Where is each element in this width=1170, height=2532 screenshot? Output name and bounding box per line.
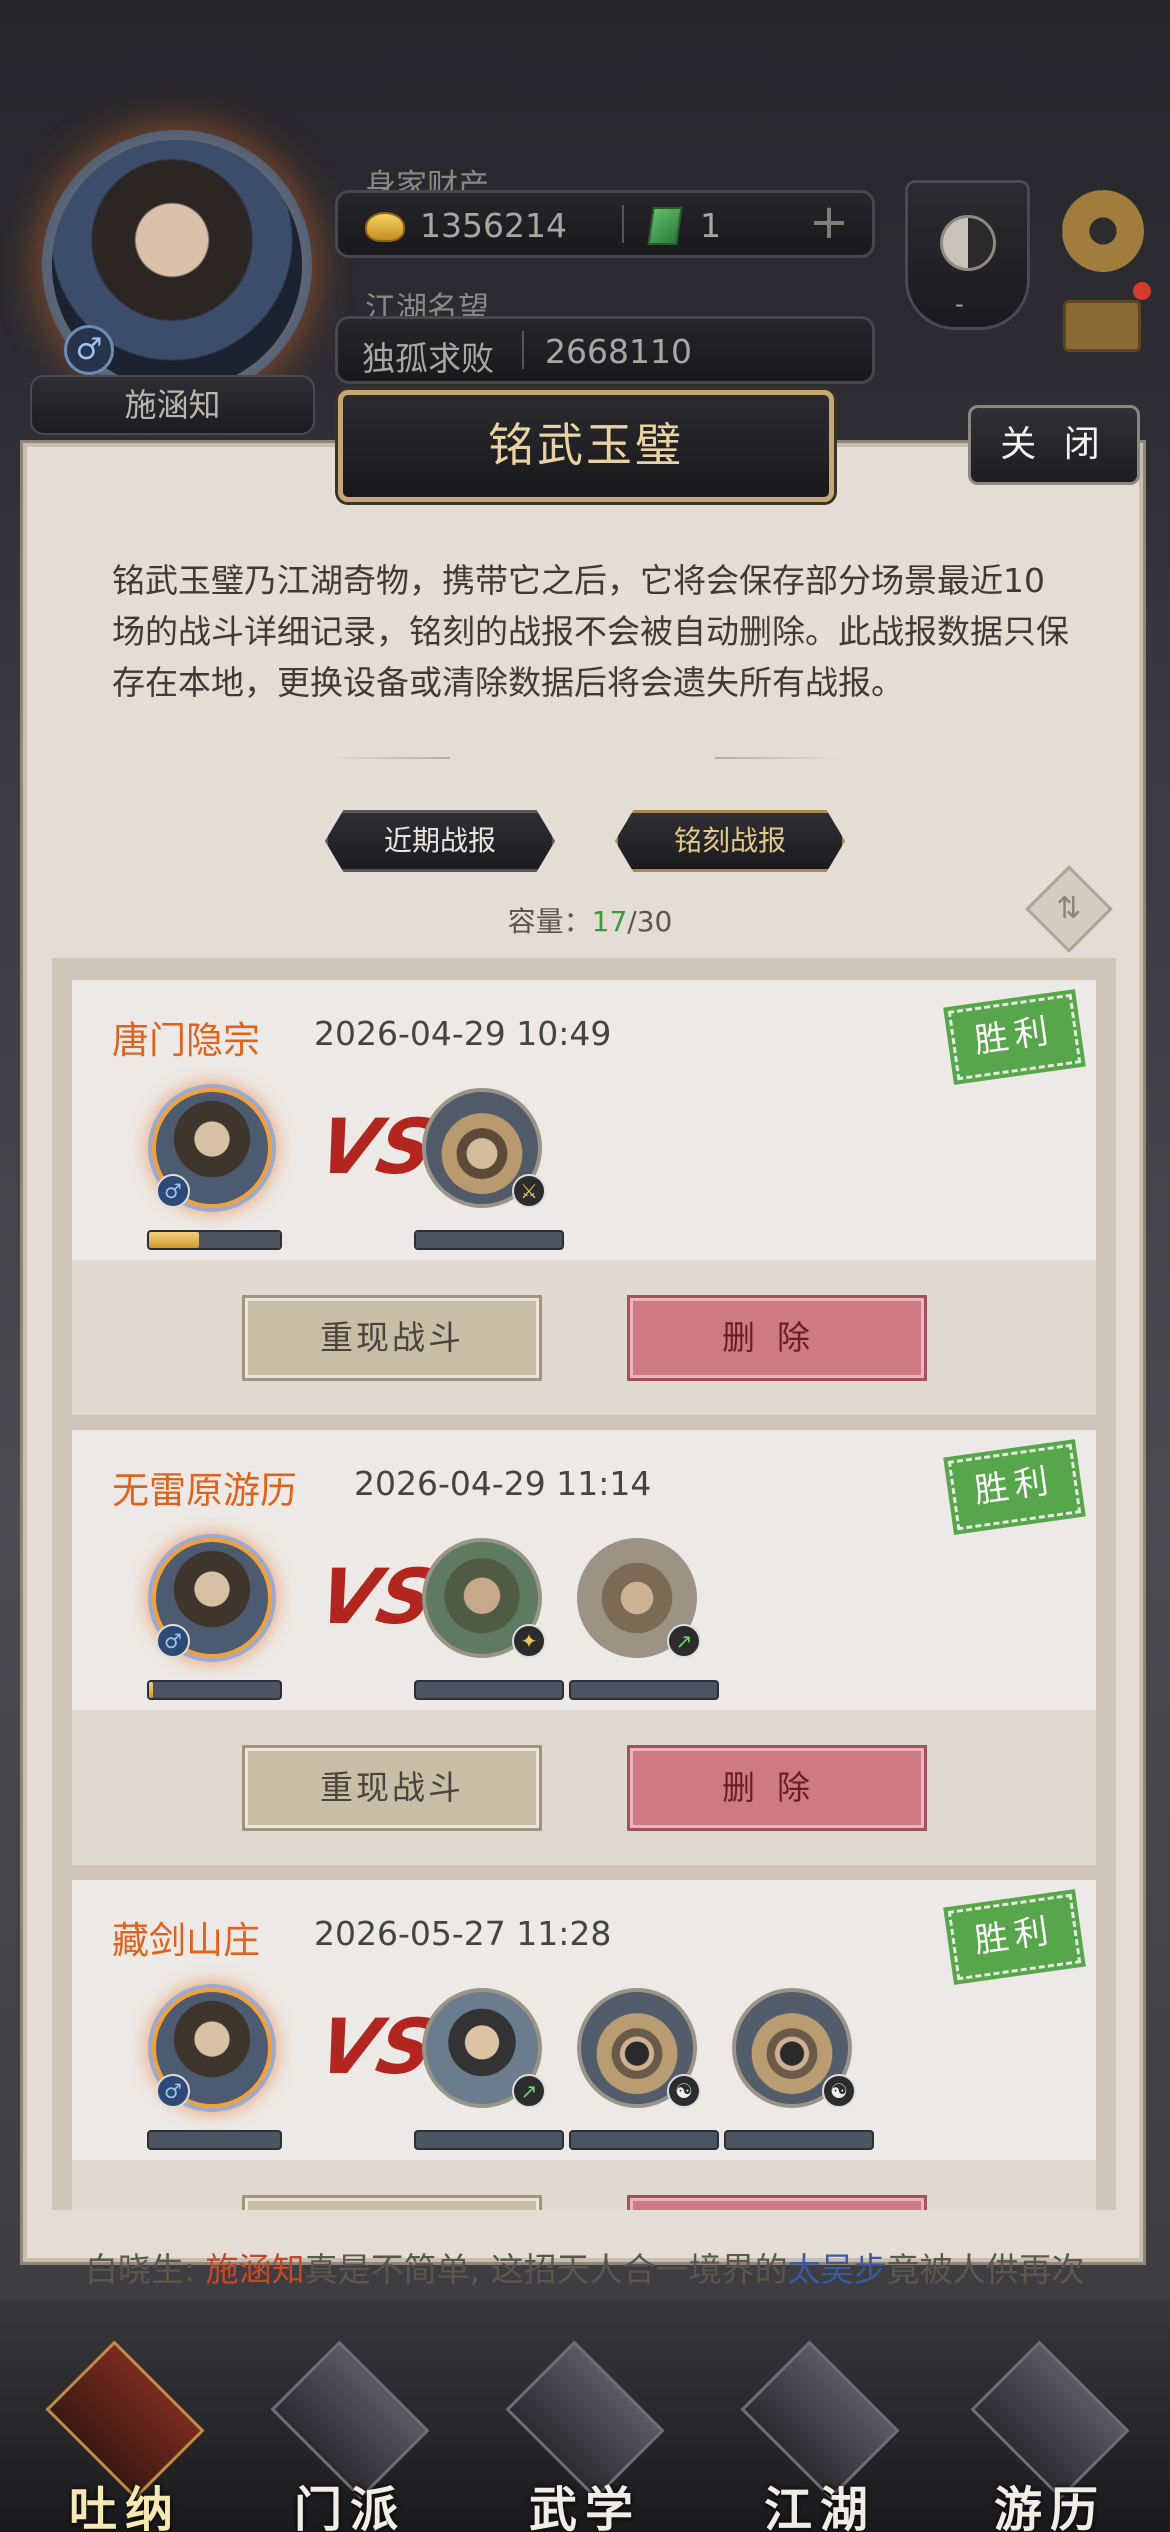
reputation-value: 2668110	[545, 332, 692, 371]
delete-report-button[interactable]: 删除	[627, 2195, 927, 2210]
close-button[interactable]: 关 闭	[968, 405, 1140, 485]
taiji-school-icon: ☯	[667, 2074, 701, 2108]
nav-label: 门派	[293, 2482, 406, 2532]
report-card: 无雷原游历 2026-04-29 11:14 胜利 ♂ VS ✦ ↗ 重现战斗 …	[72, 1430, 1096, 1865]
nav-sect[interactable]: 门派	[265, 2340, 435, 2532]
hero-hp-bar	[147, 1680, 282, 1700]
report-location: 唐门隐宗	[112, 1019, 260, 1062]
card-actions: 重现战斗 删除	[72, 2160, 1096, 2210]
hero-portrait: ♂	[152, 1088, 272, 1208]
hero-portrait: ♂	[152, 1988, 272, 2108]
ornament-divider	[715, 757, 840, 759]
card-actions: 重现战斗 删除	[72, 1260, 1096, 1415]
tab-carved-reports[interactable]: 铭刻战报	[615, 810, 845, 872]
jade-icon	[647, 207, 683, 245]
enemy-hp-bar	[414, 2130, 564, 2150]
reputation-title: 独孤求败	[362, 339, 494, 378]
victory-stamp: 胜利	[943, 1888, 1086, 1986]
report-location: 无雷原游历	[112, 1469, 297, 1512]
taiji-school-icon: ☯	[822, 2074, 856, 2108]
gold-amount: 1356214	[420, 206, 567, 245]
nav-label: 武学	[528, 2482, 641, 2532]
nav-martial-arts[interactable]: 武学	[500, 2340, 670, 2532]
add-currency-button[interactable]: +	[807, 198, 851, 246]
world-chat-ticker[interactable]: 白晓生: 施涵知真是不简单, 这招天人合一境界的太吴步竟被人供再次突破，达到了前…	[85, 2243, 1085, 2291]
fist-school-icon: ✦	[512, 1624, 546, 1658]
report-time: 2026-05-27 11:28	[314, 1914, 612, 1953]
ticker-player-name: 施涵知	[205, 2250, 305, 2289]
enemy-portrait: ↗	[577, 1538, 701, 1658]
hero-hp-bar	[147, 2130, 282, 2150]
report-time: 2026-04-29 10:49	[314, 1014, 612, 1053]
notification-dot	[1133, 282, 1151, 300]
enemy-hp-bar	[569, 1680, 719, 1700]
player-name: 施涵知	[30, 375, 315, 435]
rank-text: -	[955, 290, 964, 318]
nav-label: 江湖	[763, 2482, 876, 2532]
capacity-label: 容量：	[507, 905, 592, 938]
replay-battle-button[interactable]: 重现战斗	[242, 1295, 542, 1381]
vs-icon: VS	[310, 2002, 444, 2091]
capacity-used: 17	[591, 905, 628, 938]
delete-report-button[interactable]: 删除	[627, 1295, 927, 1381]
enemy-portrait: ↗	[422, 1988, 546, 2108]
blade-school-icon: ↗	[667, 1624, 701, 1658]
card-actions: 重现战斗 删除	[72, 1710, 1096, 1865]
hero-hp-bar	[147, 1230, 282, 1250]
enemy-portrait: ⚔	[422, 1088, 546, 1208]
male-icon: ♂	[156, 2074, 190, 2108]
mail-icon[interactable]	[1063, 300, 1141, 352]
vs-icon: VS	[310, 1552, 444, 1641]
replay-battle-button[interactable]: 重现战斗	[242, 1745, 542, 1831]
report-card: 唐门隐宗 2026-04-29 10:49 胜利 ♂ VS ⚔ 重现战斗 删除	[72, 980, 1096, 1415]
delete-report-button[interactable]: 删除	[627, 1745, 927, 1831]
enemy-hp-bar	[414, 1230, 564, 1250]
enemy-hp-bar	[414, 1680, 564, 1700]
report-list[interactable]: 唐门隐宗 2026-04-29 10:49 胜利 ♂ VS ⚔ 重现战斗 删除 …	[52, 958, 1116, 2210]
ticker-speaker: 白晓生:	[85, 2250, 206, 2289]
report-time: 2026-04-29 11:14	[354, 1464, 652, 1503]
nav-label: 游历	[993, 2482, 1106, 2532]
capacity-indicator: 容量：17/30	[440, 900, 740, 940]
enemy-portrait: ✦	[422, 1538, 546, 1658]
ornament-divider	[325, 757, 450, 759]
wealth-bar	[335, 190, 875, 258]
dialog-description: 铭武玉璧乃江湖奇物，携带它之后，它将会保存部分场景最近10场的战斗详细记录，铭刻…	[112, 561, 1069, 702]
blade-school-icon: ↗	[512, 2074, 546, 2108]
nav-label: 吐纳	[68, 2482, 181, 2532]
gear-icon[interactable]	[1062, 190, 1144, 272]
male-icon: ♂	[156, 1624, 190, 1658]
capacity-total: /30	[627, 905, 673, 938]
victory-stamp: 胜利	[943, 1438, 1086, 1536]
jade-amount: 1	[700, 206, 721, 245]
replay-battle-button[interactable]: 重现战斗	[242, 2195, 542, 2210]
tab-recent-reports[interactable]: 近期战报	[325, 810, 555, 872]
ticker-skill: 太吴步	[787, 2250, 887, 2289]
report-card: 藏剑山庄 2026-05-27 11:28 胜利 ♂ VS ↗ ☯ ☯ 重现战斗…	[72, 1880, 1096, 2210]
sword-school-icon: ⚔	[512, 1174, 546, 1208]
enemy-portrait: ☯	[577, 1988, 701, 2108]
enemy-portrait: ☯	[732, 1988, 856, 2108]
hp-fill	[149, 1682, 153, 1698]
enemy-hp-bar	[569, 2130, 719, 2150]
victory-stamp: 胜利	[943, 988, 1086, 1086]
divider	[622, 205, 624, 243]
nav-jianghu[interactable]: 江湖	[735, 2340, 905, 2532]
male-icon: ♂	[156, 1174, 190, 1208]
hp-fill	[149, 1232, 199, 1248]
enemy-hp-bar	[724, 2130, 874, 2150]
divider	[522, 331, 524, 369]
dialog-title: 铭武玉璧	[488, 418, 684, 472]
vs-icon: VS	[310, 1102, 444, 1191]
taiji-icon	[940, 215, 996, 271]
report-location: 藏剑山庄	[112, 1919, 260, 1962]
ticker-text-end: 竟被人供再次突破，达到了前所未有的境界	[886, 2250, 1085, 2289]
male-icon: ♂	[64, 325, 114, 375]
ticker-text: 真是不简单, 这招天人合一境界的	[304, 2250, 788, 2289]
nav-tuna[interactable]: 吐纳	[40, 2340, 210, 2532]
hero-portrait: ♂	[152, 1538, 272, 1658]
nav-travel[interactable]: 游历	[965, 2340, 1135, 2532]
gold-coin-icon	[365, 212, 405, 242]
